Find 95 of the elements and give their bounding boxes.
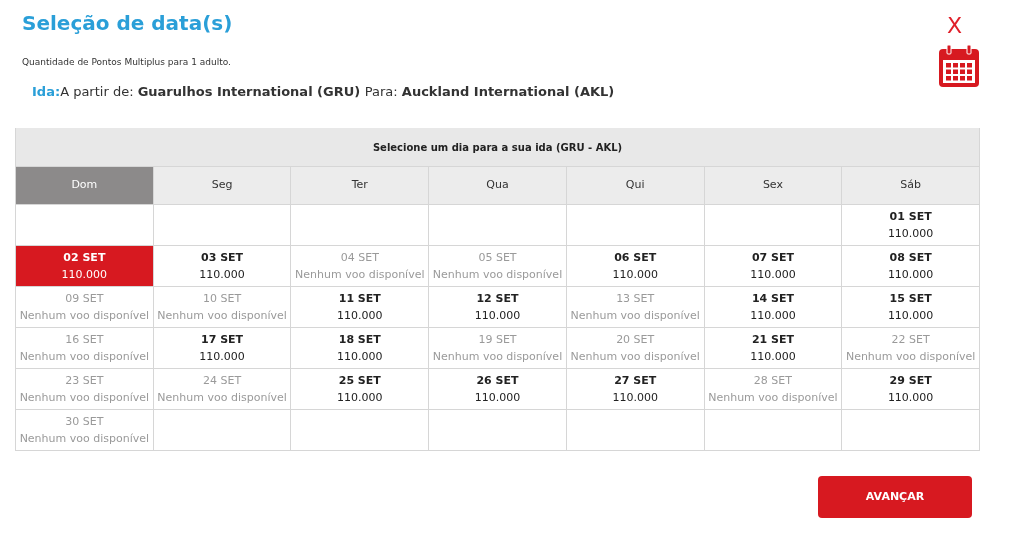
day-date: 21 SET: [751, 332, 794, 348]
day-cell[interactable]: 17 SET 110.000: [153, 328, 292, 369]
points-price: 110.000: [612, 390, 658, 406]
day-cell[interactable]: 15 SET 110.000: [842, 287, 980, 328]
dialog-title: Seleção de data(s): [22, 10, 233, 37]
points-note: Quantidade de Pontos Multiplus para 1 adulto.: [22, 56, 232, 69]
trip-label: Ida:: [32, 83, 61, 99]
day-cell[interactable]: 11 SET 110.000: [291, 287, 430, 328]
unavailable-note: Nenhum voo disponível: [432, 267, 563, 283]
points-price: 110.000: [750, 267, 796, 283]
close-button[interactable]: X: [946, 9, 962, 42]
unavailable-note: Nenhum voo disponível: [19, 349, 150, 365]
weekday-header: Dom: [16, 167, 154, 205]
weekday-header: Qua: [429, 167, 567, 205]
points-price: 110.000: [337, 308, 383, 324]
day-cell[interactable]: 06 SET 110.000: [566, 246, 705, 287]
points-price: 110.000: [887, 226, 934, 242]
unavailable-note: Nenhum voo disponível: [432, 349, 563, 365]
day-date: 15 SET: [889, 291, 932, 307]
destination-airport: Auckland International (AKL): [401, 83, 615, 99]
day-date: 23 SET: [65, 373, 104, 389]
day-date: 08 SET: [889, 250, 932, 266]
day-date: 13 SET: [616, 291, 655, 307]
day-date: 17 SET: [201, 332, 244, 348]
weekday-header: Sex: [704, 167, 843, 205]
day-date: 25 SET: [338, 373, 381, 389]
unavailable-note: Nenhum voo disponível: [19, 390, 150, 406]
unavailable-note: Nenhum voo disponível: [845, 349, 976, 365]
day-date: 27 SET: [614, 373, 657, 389]
unavailable-note: Nenhum voo disponível: [157, 308, 287, 324]
points-price: 110.000: [887, 267, 934, 283]
unavailable-note: Nenhum voo disponível: [295, 267, 425, 283]
from-label: A partir de:: [60, 83, 135, 99]
next-button[interactable]: AVANÇAR: [818, 476, 972, 518]
calendar-caption: Selecione um dia para a sua ida (GRU - AKL): [16, 128, 980, 167]
day-date: 07 SET: [751, 250, 794, 266]
weekday-header: Ter: [291, 167, 430, 205]
unavailable-note: Nenhum voo disponível: [570, 349, 700, 365]
day-date: 02 SET: [63, 250, 106, 266]
unavailable-note: Nenhum voo disponível: [708, 390, 838, 406]
points-price: 110.000: [337, 349, 383, 365]
points-price: 110.000: [750, 349, 796, 365]
unavailable-note: Nenhum voo disponível: [570, 308, 700, 324]
day-date: 10 SET: [203, 291, 242, 307]
weekday-header: Sáb: [842, 167, 980, 205]
day-date: 01 SET: [889, 209, 932, 225]
points-price: 110.000: [887, 390, 934, 406]
weekday-header: Seg: [153, 167, 292, 205]
day-cell[interactable]: 25 SET 110.000: [291, 369, 430, 410]
day-date: 04 SET: [340, 250, 379, 266]
day-date: 12 SET: [476, 291, 519, 307]
calendar-icon[interactable]: [938, 44, 980, 88]
unavailable-note: Nenhum voo disponível: [19, 308, 150, 324]
points-price: 110.000: [474, 390, 521, 406]
day-date: 16 SET: [65, 332, 104, 348]
day-cell[interactable]: 07 SET 110.000: [704, 246, 843, 287]
day-cell[interactable]: 03 SET 110.000: [153, 246, 292, 287]
day-date: 03 SET: [201, 250, 244, 266]
day-date: 24 SET: [203, 373, 242, 389]
day-date: 05 SET: [478, 250, 517, 266]
unavailable-note: Nenhum voo disponível: [19, 431, 150, 447]
day-cell[interactable]: 29 SET 110.000: [842, 369, 980, 410]
points-price: 110.000: [199, 267, 245, 283]
day-date: 06 SET: [614, 250, 657, 266]
day-date: 19 SET: [478, 332, 517, 348]
points-price: 110.000: [887, 308, 934, 324]
unavailable-note: Nenhum voo disponível: [157, 390, 287, 406]
to-label: Para:: [364, 83, 399, 99]
points-price: 110.000: [337, 390, 383, 406]
day-date: 11 SET: [338, 291, 381, 307]
day-date: 22 SET: [891, 332, 930, 348]
points-price: 110.000: [199, 349, 245, 365]
points-price: 110.000: [61, 267, 108, 283]
day-date: 09 SET: [65, 291, 104, 307]
origin-airport: Guarulhos International (GRU): [137, 83, 362, 99]
points-price: 110.000: [750, 308, 796, 324]
weekday-header: Qui: [566, 167, 705, 205]
day-date: 20 SET: [616, 332, 655, 348]
day-date: 29 SET: [889, 373, 932, 389]
day-cell[interactable]: 18 SET 110.000: [291, 328, 430, 369]
day-date: 28 SET: [753, 373, 792, 389]
day-cell[interactable]: 27 SET 110.000: [566, 369, 705, 410]
day-cell[interactable]: 08 SET 110.000: [842, 246, 980, 287]
day-date: 18 SET: [338, 332, 381, 348]
points-price: 110.000: [612, 267, 658, 283]
day-date: 14 SET: [751, 291, 794, 307]
day-date: 30 SET: [65, 414, 104, 430]
day-cell[interactable]: 21 SET 110.000: [704, 328, 843, 369]
day-cell[interactable]: 01 SET 110.000: [842, 205, 980, 246]
points-price: 110.000: [474, 308, 521, 324]
day-cell[interactable]: 14 SET 110.000: [704, 287, 843, 328]
day-date: 26 SET: [476, 373, 519, 389]
day-cell[interactable]: 12 SET 110.000: [429, 287, 567, 328]
day-cell[interactable]: 02 SET 110.000: [16, 246, 154, 287]
day-cell[interactable]: 26 SET 110.000: [429, 369, 567, 410]
